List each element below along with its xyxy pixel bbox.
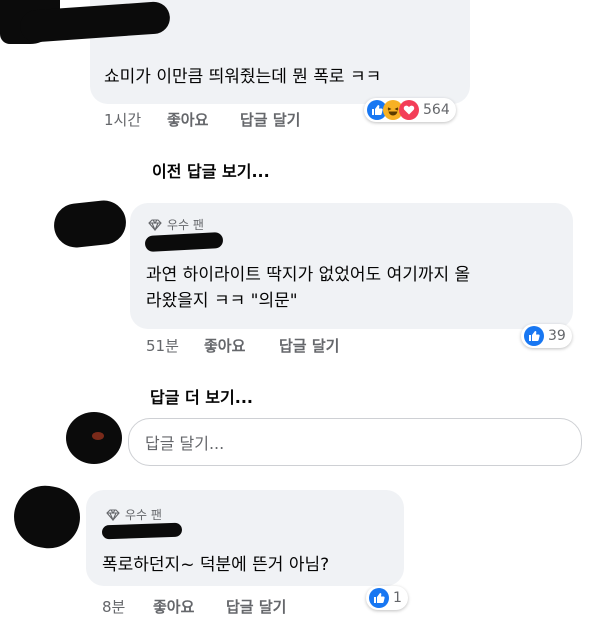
comment-time: 1시간 (104, 111, 142, 129)
like-button[interactable]: 좋아요 (204, 335, 245, 356)
reply-button[interactable]: 답글 달기 (279, 335, 339, 356)
like-icon (524, 326, 544, 346)
diamond-icon (148, 218, 162, 231)
top-fan-badge: 우수 팬 (106, 506, 162, 523)
reply-meta: 8분 좋아요 답글 달기 (102, 596, 362, 616)
redacted-author-name (101, 522, 183, 540)
redacted-avatar (10, 481, 84, 553)
redacted-avatar (51, 198, 129, 250)
reaction-count: 1 (393, 590, 402, 606)
diamond-icon (106, 508, 120, 521)
view-more-replies-link[interactable]: 답글 더 보기... (150, 384, 253, 408)
like-icon (369, 588, 389, 608)
reaction-summary[interactable]: 39 (521, 324, 572, 348)
like-button[interactable]: 좋아요 (167, 109, 208, 130)
reply-meta: 51분 좋아요 답글 달기 (146, 335, 406, 355)
avatar-highlight (92, 432, 104, 440)
reply-text: 폭로하던지~ 덕분에 뜬거 아님? (102, 555, 330, 575)
comment-time: 51분 (146, 337, 179, 355)
comment-time: 8분 (102, 598, 126, 616)
reaction-summary[interactable]: 564 (364, 98, 456, 122)
like-button[interactable]: 좋아요 (153, 596, 194, 617)
reply-text: 과연 하이라이트 딱지가 없었어도 여기까지 올 라왔을지 ㅋㅋ "의문" (146, 265, 471, 311)
reaction-count: 39 (548, 328, 566, 344)
reply-button[interactable]: 답글 달기 (226, 596, 286, 617)
reply-input[interactable]: 답글 달기... (128, 418, 582, 466)
view-previous-replies-link[interactable]: 이전 답글 보기... (152, 158, 270, 182)
comment-text: 쇼미가 이만큼 띄워줬는데 뭔 폭로 ㅋㅋ (104, 67, 382, 87)
reaction-count: 564 (423, 102, 450, 118)
reaction-summary[interactable]: 1 (366, 586, 408, 610)
reply-button[interactable]: 답글 달기 (240, 109, 300, 130)
reply-input-placeholder: 답글 달기... (145, 434, 225, 453)
badge-label: 우수 팬 (125, 508, 162, 522)
badge-label: 우수 팬 (167, 218, 204, 232)
top-fan-badge: 우수 팬 (148, 216, 204, 233)
love-icon (399, 100, 419, 120)
comment-meta: 1시간 좋아요 답글 달기 (104, 109, 364, 129)
